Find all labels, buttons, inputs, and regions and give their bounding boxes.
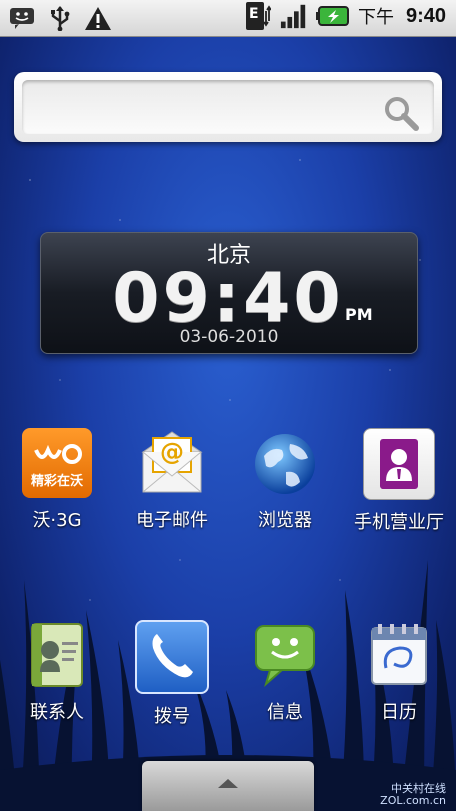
search-widget[interactable] — [14, 72, 442, 142]
clock-date: 03-06-2010 — [179, 327, 279, 347]
app-label: 信息 — [267, 702, 303, 723]
chevron-up-icon — [216, 775, 240, 794]
app-label: 沃·3G — [32, 510, 82, 531]
app-label: 联系人 — [30, 702, 84, 723]
clock-ampm: PM — [345, 305, 373, 324]
contacts-icon — [22, 620, 92, 690]
signal-bars-icon — [280, 2, 308, 30]
usb-icon — [46, 4, 74, 32]
app-messaging[interactable]: 信息 — [230, 620, 340, 724]
app-mobile-hall[interactable]: 手机营业厅 — [344, 428, 454, 534]
app-browser[interactable]: 浏览器 — [230, 428, 340, 532]
search-icon[interactable] — [382, 94, 420, 136]
app-label: 拨号 — [154, 706, 190, 727]
search-input[interactable] — [22, 80, 434, 134]
email-at-symbol: @ — [160, 438, 184, 466]
mobile-hall-icon — [363, 428, 435, 500]
browser-globe-icon — [250, 428, 320, 498]
wo-3g-icon: 精彩在沃 — [22, 428, 92, 498]
email-icon: @ — [137, 428, 207, 498]
data-network-icon: E — [244, 2, 272, 30]
status-ampm: 下午 — [357, 7, 394, 28]
notification-smiley-icon — [8, 4, 36, 32]
app-dialer[interactable]: 拨号 — [117, 620, 227, 728]
watermark: 中关村在线 ZOL.com.cn — [380, 783, 446, 807]
wo-icon-text: 精彩在沃 — [30, 474, 83, 489]
app-drawer-button[interactable] — [142, 761, 314, 811]
battery-charging-icon — [315, 2, 350, 30]
phone-icon — [135, 620, 209, 694]
app-label: 浏览器 — [258, 510, 312, 531]
app-label: 电子邮件 — [136, 510, 208, 531]
warning-icon — [84, 4, 112, 32]
app-contacts[interactable]: 联系人 — [2, 620, 112, 724]
clock-widget[interactable]: 北京 09:40 PM 03-06-2010 — [40, 232, 418, 354]
status-bar[interactable]: E 下午 9:40 — [0, 0, 456, 37]
status-time: 9:40 — [405, 4, 446, 27]
app-wo-3g[interactable]: 精彩在沃 沃·3G — [2, 428, 112, 532]
messaging-icon — [250, 620, 320, 690]
app-email[interactable]: @ 电子邮件 — [117, 428, 227, 532]
app-label: 日历 — [381, 702, 417, 723]
app-calendar[interactable]: 日历 — [344, 620, 454, 724]
app-label: 手机营业厅 — [354, 512, 444, 533]
watermark-line2: ZOL.com.cn — [380, 794, 446, 807]
network-badge: E — [249, 6, 259, 22]
calendar-icon — [364, 620, 434, 690]
